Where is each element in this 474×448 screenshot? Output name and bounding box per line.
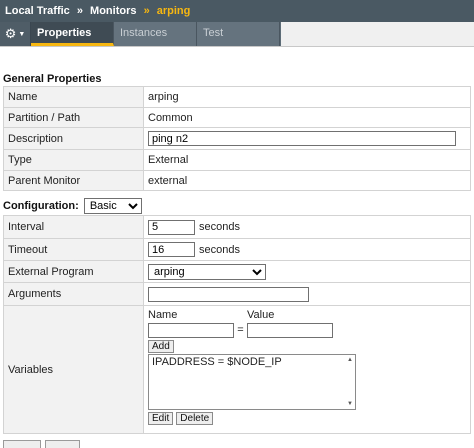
partition-label: Partition / Path bbox=[3, 107, 144, 128]
breadcrumb-separator: » bbox=[143, 5, 150, 17]
external-program-cell: arping bbox=[143, 260, 471, 283]
tab-bar: ⚙ ▼ Properties Instances Test bbox=[0, 22, 281, 46]
arguments-input[interactable] bbox=[148, 286, 309, 302]
table-row: Partition / Path Common bbox=[3, 107, 471, 128]
scroll-down-icon[interactable]: ▼ bbox=[347, 401, 353, 407]
interval-cell: seconds bbox=[143, 215, 471, 239]
breadcrumb-local-traffic[interactable]: Local Traffic bbox=[5, 5, 70, 17]
divider bbox=[0, 46, 474, 47]
variables-input-row: = bbox=[148, 322, 466, 338]
timeout-cell: seconds bbox=[143, 238, 471, 261]
breadcrumb: Local Traffic » Monitors » arping bbox=[0, 0, 474, 22]
description-label: Description bbox=[3, 127, 144, 150]
tab-test[interactable]: Test bbox=[197, 22, 280, 46]
tab-strip: ⚙ ▼ Properties Instances Test bbox=[0, 22, 474, 46]
arguments-label: Arguments bbox=[3, 282, 144, 306]
general-properties-title: General Properties bbox=[3, 73, 102, 85]
edit-variable-button[interactable]: Edit bbox=[148, 412, 174, 425]
configuration-title: Configuration: Basic bbox=[3, 198, 142, 214]
description-cell bbox=[143, 127, 471, 150]
name-label: Name bbox=[3, 86, 144, 108]
add-variable-button[interactable]: Add bbox=[148, 340, 174, 353]
breadcrumb-monitors[interactable]: Monitors bbox=[90, 5, 136, 17]
caret-down-icon: ▼ bbox=[18, 30, 26, 38]
timeout-label: Timeout bbox=[3, 238, 144, 261]
variable-list-item[interactable]: IPADDRESS = $NODE_IP bbox=[152, 356, 352, 368]
general-properties-table: Name arping Partition / Path Common Desc… bbox=[3, 86, 471, 191]
variables-label: Variables bbox=[3, 305, 144, 434]
external-program-label: External Program bbox=[3, 260, 144, 283]
timeout-input[interactable] bbox=[148, 242, 195, 257]
type-value: External bbox=[143, 149, 471, 171]
configuration-label: Configuration: bbox=[3, 199, 79, 212]
external-program-select[interactable]: arping bbox=[148, 263, 266, 280]
add-button-row: Add bbox=[148, 340, 466, 353]
table-row: Description bbox=[3, 127, 471, 150]
table-row: Parent Monitor external bbox=[3, 170, 471, 191]
scroll-up-icon[interactable]: ▲ bbox=[347, 357, 353, 363]
gear-icon: ⚙ bbox=[4, 26, 17, 41]
gear-menu-button[interactable]: ⚙ ▼ bbox=[0, 22, 31, 46]
bottom-button-partial[interactable] bbox=[3, 440, 41, 448]
type-label: Type bbox=[3, 149, 144, 171]
table-row: Variables Name Value = Add IPADDRESS = $… bbox=[3, 305, 471, 434]
arguments-cell bbox=[143, 282, 471, 306]
tab-instances[interactable]: Instances bbox=[114, 22, 197, 46]
variables-value-header: Value bbox=[247, 309, 275, 321]
delete-variable-button[interactable]: Delete bbox=[176, 412, 214, 425]
variables-cell: Name Value = Add IPADDRESS = $NODE_IP ▲ … bbox=[143, 305, 471, 434]
configuration-table: Interval seconds Timeout seconds Externa… bbox=[3, 215, 471, 434]
variable-name-input[interactable] bbox=[148, 322, 234, 338]
variables-list[interactable]: IPADDRESS = $NODE_IP ▲ ▼ bbox=[148, 354, 356, 410]
interval-input[interactable] bbox=[148, 219, 195, 235]
interval-label: Interval bbox=[3, 215, 144, 239]
partition-value: Common bbox=[143, 107, 471, 128]
edit-delete-row: Edit Delete bbox=[148, 412, 466, 425]
variables-name-header: Name bbox=[148, 309, 178, 321]
configuration-mode-select[interactable]: Basic bbox=[83, 198, 142, 214]
name-value: arping bbox=[143, 86, 471, 108]
parent-monitor-label: Parent Monitor bbox=[3, 170, 144, 191]
parent-monitor-value: external bbox=[143, 170, 471, 191]
table-row: Arguments bbox=[3, 282, 471, 306]
table-row: Timeout seconds bbox=[3, 238, 471, 261]
table-row: Interval seconds bbox=[3, 215, 471, 239]
equals-sign: = bbox=[237, 324, 244, 336]
tab-properties[interactable]: Properties bbox=[31, 22, 114, 46]
interval-unit: seconds bbox=[199, 221, 240, 233]
variable-value-input[interactable] bbox=[247, 322, 333, 338]
table-row: Name arping bbox=[3, 86, 471, 108]
description-input[interactable] bbox=[148, 131, 456, 146]
timeout-unit: seconds bbox=[199, 243, 240, 256]
breadcrumb-separator: » bbox=[76, 5, 83, 17]
bottom-button-partial[interactable] bbox=[45, 440, 80, 448]
table-row: Type External bbox=[3, 149, 471, 171]
breadcrumb-current: arping bbox=[156, 5, 191, 17]
table-row: External Program arping bbox=[3, 260, 471, 283]
variables-headers: Name Value bbox=[148, 309, 466, 321]
